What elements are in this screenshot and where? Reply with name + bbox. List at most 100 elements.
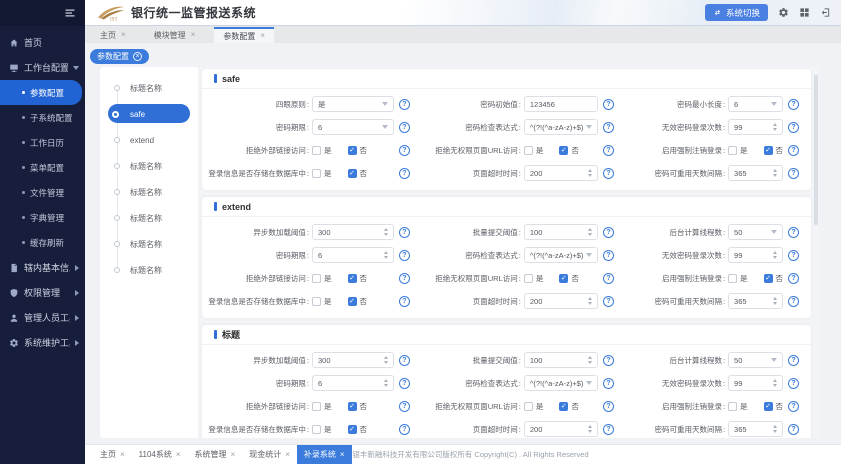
help-icon[interactable]: ?: [788, 168, 799, 179]
help-icon[interactable]: ?: [399, 424, 410, 435]
stepper-down-icon[interactable]: [773, 384, 777, 387]
stepper-down-icon[interactable]: [588, 174, 592, 177]
checkbox-icon[interactable]: [312, 274, 321, 283]
tab-home[interactable]: 主页×: [91, 27, 135, 43]
checkbox-icon[interactable]: ✓: [348, 425, 357, 434]
checkbox-yes[interactable]: 是: [312, 401, 332, 412]
sidebar-subitem-cache-refresh[interactable]: 缓存刷新: [0, 230, 85, 255]
help-icon[interactable]: ?: [399, 296, 410, 307]
number-stepper[interactable]: [773, 123, 777, 131]
stepper-up-icon[interactable]: [588, 425, 592, 428]
anchor-item[interactable]: 标题名称: [100, 153, 198, 179]
help-icon[interactable]: ?: [603, 296, 614, 307]
anchor-item[interactable]: 标题名称: [100, 231, 198, 257]
help-icon[interactable]: ?: [603, 99, 614, 110]
number-stepper[interactable]: [588, 356, 592, 364]
number-field[interactable]: 99: [728, 119, 783, 135]
checkbox-no[interactable]: ✓否: [348, 145, 368, 156]
stepper-up-icon[interactable]: [773, 379, 777, 382]
stepper-down-icon[interactable]: [773, 430, 777, 433]
checkbox-icon[interactable]: [524, 146, 533, 155]
stepper-up-icon[interactable]: [384, 379, 388, 382]
number-field[interactable]: 99: [728, 247, 783, 263]
stepper-down-icon[interactable]: [588, 233, 592, 236]
select-field[interactable]: ^(?!(^a-zA-z)+$)(?!?D+$)[0-9A-Z-Z...: [524, 247, 598, 263]
sidebar-item-admin-staff-tools[interactable]: 管理人员工具: [0, 305, 85, 330]
number-field[interactable]: 300: [312, 224, 394, 240]
help-icon[interactable]: ?: [399, 227, 410, 238]
number-field[interactable]: 100: [524, 352, 598, 368]
bottom-tab-supplement-system[interactable]: 补录系统×: [297, 445, 352, 464]
checkbox-no[interactable]: ✓否: [348, 168, 368, 179]
close-icon[interactable]: ×: [120, 451, 125, 459]
number-stepper[interactable]: [773, 169, 777, 177]
sidebar-subitem-subsystem-config[interactable]: 子系统配置: [0, 105, 85, 130]
checkbox-yes[interactable]: 是: [312, 168, 332, 179]
help-icon[interactable]: ?: [399, 401, 410, 412]
stepper-up-icon[interactable]: [773, 169, 777, 172]
select-field[interactable]: ^(?!(^a-zA-z)+$)(?!?D+$)[0-9A-Z-Z...: [524, 119, 598, 135]
checkbox-icon[interactable]: [312, 169, 321, 178]
help-icon[interactable]: ?: [603, 168, 614, 179]
help-icon[interactable]: ?: [603, 122, 614, 133]
stepper-down-icon[interactable]: [384, 384, 388, 387]
checkbox-yes[interactable]: 是: [312, 424, 332, 435]
number-field[interactable]: 300: [312, 352, 394, 368]
stepper-up-icon[interactable]: [773, 297, 777, 300]
collapse-menu-icon[interactable]: [64, 7, 76, 19]
close-icon[interactable]: ×: [231, 451, 236, 459]
anchor-item[interactable]: 标题名称: [100, 257, 198, 283]
checkbox-icon[interactable]: [524, 274, 533, 283]
sidebar-item-workbench-config[interactable]: 工作台配置: [0, 55, 85, 80]
number-field[interactable]: 6: [312, 375, 394, 391]
number-field[interactable]: 365: [728, 293, 783, 309]
close-icon[interactable]: ×: [260, 32, 265, 40]
bottom-tab-sys-1104[interactable]: 1104系统×: [132, 445, 188, 464]
number-stepper[interactable]: [588, 425, 592, 433]
help-icon[interactable]: ?: [788, 122, 799, 133]
number-stepper[interactable]: [773, 379, 777, 387]
stepper-down-icon[interactable]: [384, 361, 388, 364]
checkbox-icon[interactable]: [312, 425, 321, 434]
help-icon[interactable]: ?: [603, 424, 614, 435]
stepper-up-icon[interactable]: [588, 169, 592, 172]
stepper-up-icon[interactable]: [773, 123, 777, 126]
help-icon[interactable]: ?: [399, 250, 410, 261]
number-stepper[interactable]: [384, 356, 388, 364]
number-stepper[interactable]: [384, 251, 388, 259]
checkbox-icon[interactable]: ✓: [348, 274, 357, 283]
help-icon[interactable]: ?: [788, 424, 799, 435]
checkbox-yes[interactable]: 是: [312, 145, 332, 156]
bottom-tab-cash-stats[interactable]: 现金统计×: [242, 445, 297, 464]
checkbox-no[interactable]: ✓否: [764, 273, 784, 284]
checkbox-yes[interactable]: 是: [728, 145, 748, 156]
checkbox-yes[interactable]: 是: [728, 273, 748, 284]
close-icon[interactable]: ×: [176, 451, 181, 459]
checkbox-icon[interactable]: ✓: [348, 169, 357, 178]
help-icon[interactable]: ?: [603, 145, 614, 156]
number-field[interactable]: 365: [728, 165, 783, 181]
help-icon[interactable]: ?: [788, 296, 799, 307]
number-field[interactable]: 200: [524, 421, 598, 437]
stepper-up-icon[interactable]: [384, 228, 388, 231]
stepper-down-icon[interactable]: [773, 128, 777, 131]
number-field[interactable]: 100: [524, 224, 598, 240]
anchor-item[interactable]: 标题名称: [100, 75, 198, 101]
close-icon[interactable]: ×: [285, 451, 290, 459]
checkbox-no[interactable]: ✓否: [559, 273, 579, 284]
sidebar-subitem-dictionary-mgmt[interactable]: 字典管理: [0, 205, 85, 230]
anchor-item[interactable]: safe: [100, 101, 198, 127]
checkbox-yes[interactable]: 是: [524, 401, 544, 412]
help-icon[interactable]: ?: [399, 273, 410, 284]
filter-tag-close-icon[interactable]: ×: [133, 52, 142, 61]
help-icon[interactable]: ?: [788, 401, 799, 412]
sidebar-subitem-menu-config[interactable]: 菜单配置: [0, 155, 85, 180]
stepper-up-icon[interactable]: [773, 425, 777, 428]
help-icon[interactable]: ?: [603, 401, 614, 412]
number-stepper[interactable]: [384, 228, 388, 236]
sidebar-item-regional-basic-info[interactable]: 辖内基本信息: [0, 255, 85, 280]
help-icon[interactable]: ?: [788, 273, 799, 284]
number-stepper[interactable]: [773, 425, 777, 433]
stepper-down-icon[interactable]: [588, 430, 592, 433]
checkbox-icon[interactable]: ✓: [764, 274, 773, 283]
